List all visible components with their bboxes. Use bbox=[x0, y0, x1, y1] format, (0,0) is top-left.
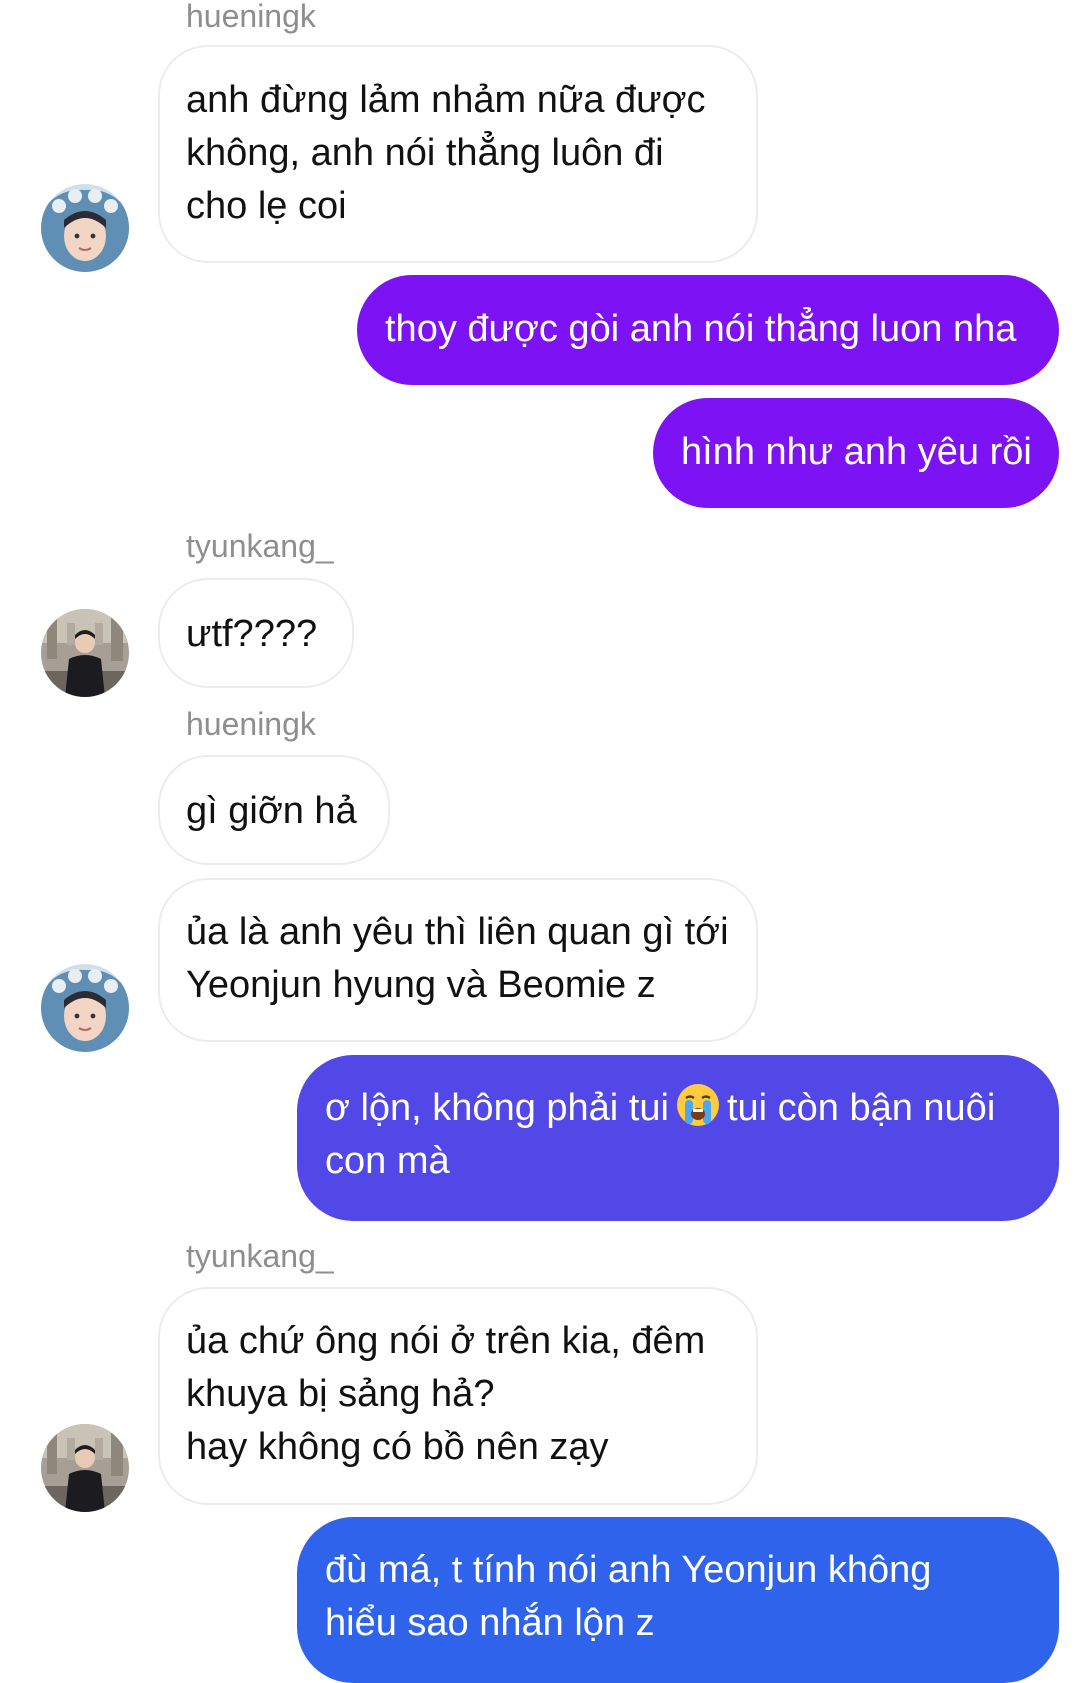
avatar-tyunkang-image bbox=[41, 1424, 129, 1512]
sender-name: hueningk bbox=[186, 706, 316, 742]
sender-name: tyunkang_ bbox=[186, 1238, 334, 1274]
outgoing-message[interactable]: thoy được gòi anh nói thẳng luon nha bbox=[357, 275, 1059, 385]
avatar[interactable] bbox=[41, 609, 129, 697]
incoming-message[interactable]: anh đừng lảm nhảm nữa được không, anh nó… bbox=[158, 45, 758, 263]
avatar-hueningk-image bbox=[41, 964, 129, 1052]
message-text: ưtf???? bbox=[186, 613, 318, 655]
message-line: hiểu sao nhắn lộn z bbox=[325, 1602, 655, 1644]
message-text: gì giỡn hả bbox=[186, 790, 357, 832]
message-line: khuya bị sảng hả? bbox=[186, 1373, 495, 1415]
incoming-message[interactable]: ưtf???? bbox=[158, 578, 354, 688]
outgoing-message[interactable]: hình như anh yêu rồi bbox=[653, 398, 1059, 508]
message-line: cho lẹ coi bbox=[186, 185, 347, 227]
outgoing-message[interactable]: ơ lộn, không phải tui tui còn bận nuôi c… bbox=[297, 1055, 1059, 1221]
message-line: không, anh nói thẳng luôn đi bbox=[186, 132, 664, 174]
message-line: ơ lộn, không phải tui tui còn bận nuôi bbox=[325, 1082, 1031, 1135]
message-line: ủa chứ ông nói ở trên kia, đêm bbox=[186, 1320, 706, 1362]
message-line: đù má, t tính nói anh Yeonjun không bbox=[325, 1549, 932, 1591]
avatar-tyunkang-image bbox=[41, 609, 129, 697]
message-line: anh đừng lảm nhảm nữa được bbox=[186, 79, 706, 121]
message-text: ơ lộn, không phải tui bbox=[325, 1087, 669, 1129]
sender-name: hueningk bbox=[186, 0, 316, 34]
message-line: hay không có bồ nên zạy bbox=[186, 1426, 609, 1468]
message-text: thoy được gòi anh nói thẳng luon nha bbox=[385, 308, 1017, 350]
avatar[interactable] bbox=[41, 964, 129, 1052]
avatar[interactable] bbox=[41, 184, 129, 272]
loudly-crying-face-icon bbox=[675, 1082, 721, 1128]
message-line: con mà bbox=[325, 1140, 450, 1182]
avatar[interactable] bbox=[41, 1424, 129, 1512]
outgoing-message[interactable]: đù má, t tính nói anh Yeonjun không hiểu… bbox=[297, 1517, 1059, 1683]
sender-name: tyunkang_ bbox=[186, 528, 334, 564]
message-line: Yeonjun hyung và Beomie z bbox=[186, 964, 656, 1006]
incoming-message[interactable]: gì giỡn hả bbox=[158, 755, 390, 865]
incoming-message[interactable]: ủa chứ ông nói ở trên kia, đêm khuya bị … bbox=[158, 1287, 758, 1505]
avatar-hueningk-image bbox=[41, 184, 129, 272]
message-text: tui còn bận nuôi bbox=[726, 1087, 996, 1129]
incoming-message[interactable]: ủa là anh yêu thì liên quan gì tới Yeonj… bbox=[158, 878, 758, 1042]
message-text: hình như anh yêu rồi bbox=[681, 431, 1032, 473]
message-line: ủa là anh yêu thì liên quan gì tới bbox=[186, 911, 729, 953]
